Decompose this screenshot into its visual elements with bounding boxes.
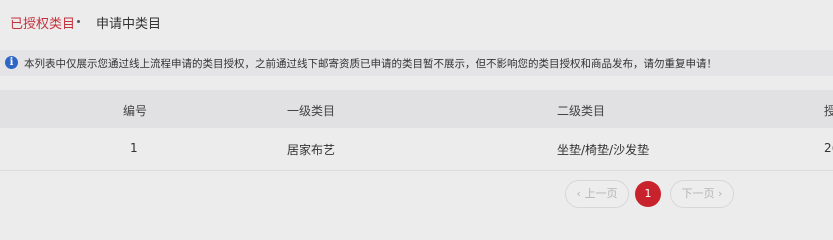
notice-bar: i 本列表中仅展示您通过线上流程申请的类目授权，之前通过线下邮寄资质已申请的类目… (0, 50, 833, 76)
header-truncated-column: 授 (824, 104, 833, 118)
pagination: ‹ 上一页 1 下一页 › (0, 180, 833, 208)
header-level2-category: 二级类目 (557, 104, 606, 118)
tab-pending-categories[interactable]: 申请中类目 (96, 13, 161, 32)
notice-text: 本列表中仅展示您通过线上流程申请的类目授权，之前通过线下邮寄资质已申请的类目暂不… (24, 58, 717, 70)
tab-authorized-categories[interactable]: 已授权类目 (10, 13, 75, 32)
header-level1-category: 一级类目 (287, 104, 336, 118)
current-page-button[interactable]: 1 (635, 181, 661, 207)
table-row: 1 居家布艺 坐垫/椅垫/沙发垫 2( (0, 128, 833, 171)
cell-truncated: 2( (824, 141, 833, 155)
info-icon: i (5, 56, 18, 69)
cell-level2-category: 坐垫/椅垫/沙发垫 (557, 143, 650, 157)
cell-level1-category: 居家布艺 (287, 143, 336, 157)
next-page-button[interactable]: 下一页 › (670, 180, 734, 208)
prev-page-button[interactable]: ‹ 上一页 (565, 180, 629, 208)
cell-id: 1 (130, 141, 138, 155)
header-id: 编号 (123, 104, 148, 118)
tab-separator (77, 20, 80, 23)
table-header: 编号 一级类目 二级类目 授 (0, 90, 833, 128)
category-tabs: 已授权类目 申请中类目 (0, 0, 833, 44)
